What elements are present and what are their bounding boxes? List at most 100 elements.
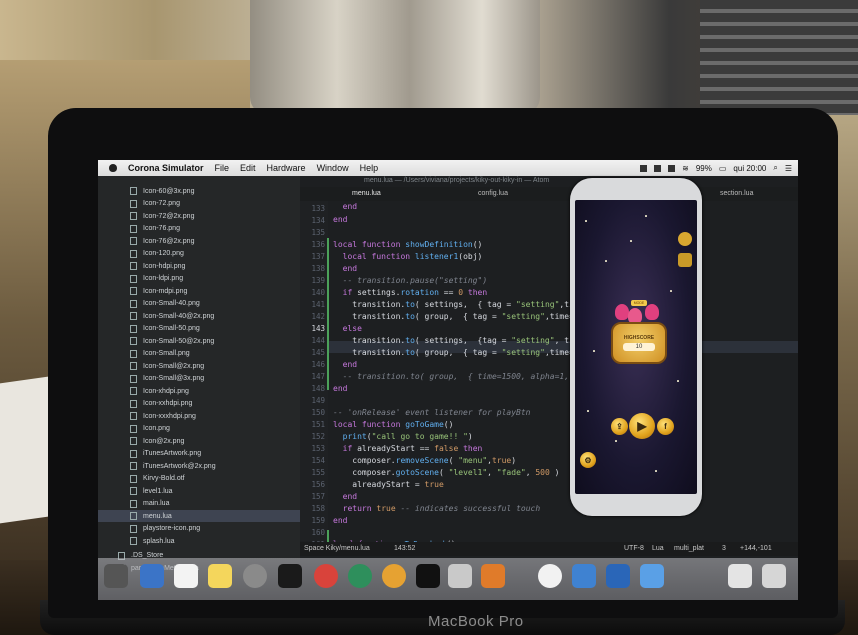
code-line[interactable]: end (333, 264, 357, 273)
file-item[interactable]: Icon-120.png (130, 248, 184, 260)
clock[interactable]: qui 20:00 (733, 164, 766, 173)
file-item[interactable]: Icon-60@3x.png (130, 185, 194, 197)
file-item[interactable]: Icon-Small.png (130, 348, 190, 360)
status-grammar[interactable]: Lua (652, 545, 664, 552)
file-item[interactable]: Icon-Small@2x.png (130, 360, 204, 372)
code-line[interactable]: -- transition.pause("setting") (333, 276, 488, 285)
file-item[interactable]: iTunesArtwork@2x.png (130, 460, 216, 472)
calculator-icon[interactable] (481, 564, 505, 588)
status-count[interactable]: 3 (722, 545, 726, 552)
share-button[interactable]: ⇪ (611, 418, 628, 435)
search-icon[interactable]: ⌕ (773, 163, 777, 173)
status-cursor[interactable]: 143:52 (394, 545, 415, 552)
menu-help[interactable]: Help (360, 163, 379, 173)
code-line[interactable]: end (333, 360, 357, 369)
file-item[interactable]: Icon-Small-40@2x.png (130, 310, 214, 322)
downloads-icon[interactable] (728, 564, 752, 588)
code-line[interactable]: local function listener1(obj) (333, 252, 483, 261)
status-app-icon[interactable] (640, 164, 648, 172)
file-item[interactable]: playstore-icon.png (130, 523, 200, 535)
code-line[interactable]: print("call go to game!! ") (333, 432, 473, 441)
code-line[interactable]: transition.to( group, { tag = "setting",… (333, 348, 593, 357)
menu-hardware[interactable]: Hardware (267, 163, 306, 173)
menu-window[interactable]: Window (317, 163, 349, 173)
file-item[interactable]: Icon-mdpi.png (130, 285, 187, 297)
file-item[interactable]: Icon-72.png (130, 198, 180, 210)
code-line[interactable]: alreadyStart = true (333, 480, 444, 489)
file-item[interactable]: Icon-72@2x.png (130, 210, 194, 222)
code-line[interactable]: -- transition.to( group, { time=1500, al… (333, 372, 598, 381)
settings-gear-icon[interactable]: ⚙ (580, 452, 596, 468)
code-line[interactable]: local function showDefinition() (333, 240, 482, 249)
tab-section-lua[interactable]: section.lua (720, 190, 753, 197)
terminal-icon[interactable] (278, 564, 302, 588)
file-item[interactable]: Icon-76@2x.png (130, 235, 194, 247)
system-preferences-icon[interactable] (243, 564, 267, 588)
file-item[interactable]: Icon@2x.png (130, 435, 184, 447)
wifi-icon[interactable]: ≋ (682, 164, 689, 173)
file-item[interactable]: Icon-xhdpi.png (130, 385, 189, 397)
file-item[interactable]: Icon-xxhdpi.png (130, 398, 192, 410)
file-item[interactable]: menu.lua (98, 510, 300, 522)
medal-icon[interactable] (678, 232, 692, 246)
console-icon[interactable] (416, 564, 440, 588)
code-line[interactable]: -- 'onRelease' event listener for playBt… (333, 408, 530, 417)
code-line[interactable]: end (333, 516, 347, 525)
finder-icon[interactable] (140, 564, 164, 588)
status-branch[interactable]: multi_plat (674, 545, 704, 552)
code-line[interactable]: end (333, 202, 357, 211)
status-app-icon[interactable] (654, 164, 662, 172)
file-item[interactable]: Icon-Small@3x.png (130, 373, 204, 385)
battery-percent[interactable]: 99% (696, 164, 712, 173)
trash-icon[interactable] (762, 564, 786, 588)
calendar-icon[interactable] (174, 564, 198, 588)
code-line[interactable]: end (333, 492, 357, 501)
file-item[interactable]: iTunesArtwork.png (130, 448, 201, 460)
chrome-icon[interactable] (314, 564, 338, 588)
tab-menu-lua[interactable]: menu.lua (352, 190, 381, 197)
photo-app-icon[interactable] (104, 564, 128, 588)
file-item[interactable]: Icon-hdpi.png (130, 260, 185, 272)
status-diff[interactable]: +144,-101 (740, 545, 772, 552)
tab-config-lua[interactable]: config.lua (478, 190, 508, 197)
atom-icon[interactable] (348, 564, 372, 588)
code-line[interactable]: end (333, 215, 347, 224)
file-item[interactable]: Icon-Small-40.png (130, 298, 200, 310)
code-line[interactable]: return true -- indicates successful touc… (333, 504, 541, 513)
code-line[interactable]: composer.removeScene( "menu",true) (333, 456, 516, 465)
code-line[interactable]: local function goToGame() (333, 420, 453, 429)
xcode-icon[interactable] (606, 564, 630, 588)
file-item[interactable]: Icon-xxxhdpi.png (130, 410, 196, 422)
file-item[interactable]: level1.lua (130, 485, 173, 497)
code-line[interactable]: if alreadyStart == false then (333, 444, 483, 453)
facebook-button[interactable]: f (657, 418, 674, 435)
status-app-icon[interactable] (668, 164, 676, 172)
preview-icon[interactable] (640, 564, 664, 588)
notification-icon[interactable]: ☰ (785, 164, 792, 173)
file-item[interactable]: splash.lua (130, 535, 175, 547)
battery-icon[interactable]: ▭ (719, 164, 727, 173)
menu-file[interactable]: File (215, 163, 230, 173)
game-screen[interactable]: MODE HIGHSCORE 10 ⇪ ▶ f ⚙ (575, 200, 697, 494)
file-item[interactable]: Icon-Small-50@2x.png (130, 335, 214, 347)
mail-icon[interactable] (572, 564, 596, 588)
status-file-path[interactable]: Space Kiky/menu.lua (304, 545, 370, 552)
code-line[interactable]: transition.to( settings, {tag = "setting… (333, 336, 598, 345)
code-line[interactable]: composer.gotoScene( "level1", "fade", 50… (333, 468, 559, 477)
status-encoding[interactable]: UTF-8 (624, 545, 644, 552)
menu-edit[interactable]: Edit (240, 163, 256, 173)
file-item[interactable]: Icon-Small-50.png (130, 323, 200, 335)
code-line[interactable]: transition.to( settings, { tag = "settin… (333, 300, 598, 309)
code-line[interactable]: if settings.rotation == 0 then (333, 288, 488, 297)
menu-app-name[interactable]: Corona Simulator (128, 163, 204, 173)
file-item[interactable]: Icon-ldpi.png (130, 273, 183, 285)
file-item[interactable]: Icon-76.png (130, 223, 180, 235)
code-line[interactable]: transition.to( group, { tag = "setting",… (333, 312, 598, 321)
itunes-icon[interactable] (538, 564, 562, 588)
file-item[interactable]: Kirvy-Bold.otf (130, 473, 185, 485)
file-item[interactable]: main.lua (130, 498, 169, 510)
file-item[interactable]: Icon.png (130, 423, 170, 435)
crown-icon[interactable] (678, 253, 692, 267)
play-button[interactable]: ▶ (629, 413, 655, 439)
corona-icon[interactable] (382, 564, 406, 588)
